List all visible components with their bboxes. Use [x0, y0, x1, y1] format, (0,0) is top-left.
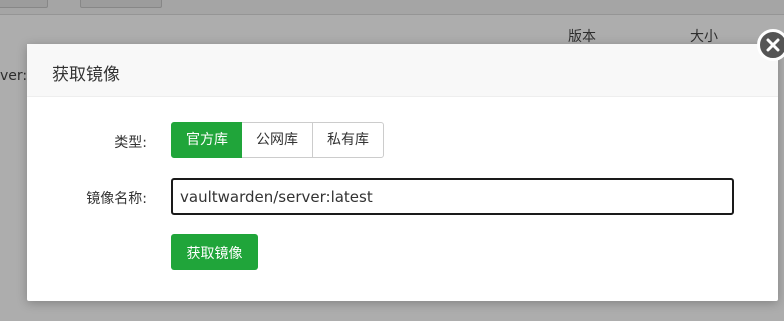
pull-image-dialog: 获取镜像	[27, 44, 778, 301]
close-icon	[766, 38, 780, 52]
dialog-title: 获取镜像	[52, 65, 120, 85]
registry-option-private[interactable]: 私有库	[312, 122, 384, 158]
image-name-input[interactable]	[171, 178, 734, 215]
type-label: 类型:	[114, 135, 147, 151]
registry-option-public[interactable]: 公网库	[242, 122, 313, 158]
pull-image-button[interactable]: 获取镜像	[171, 234, 258, 270]
dialog-header: 获取镜像	[27, 44, 778, 97]
close-button[interactable]	[757, 29, 784, 61]
image-name-label: 镜像名称:	[86, 191, 147, 207]
registry-option-official[interactable]: 官方库	[171, 122, 243, 158]
